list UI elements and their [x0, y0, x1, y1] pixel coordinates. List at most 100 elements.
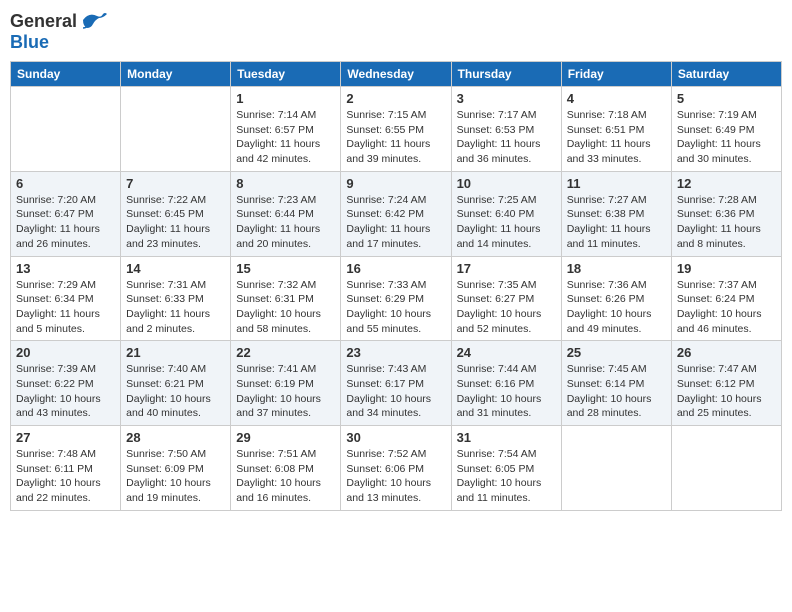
day-number: 26: [677, 345, 776, 360]
day-info: Sunrise: 7:39 AMSunset: 6:22 PMDaylight:…: [16, 362, 115, 421]
calendar-cell: 24 Sunrise: 7:44 AMSunset: 6:16 PMDayligh…: [451, 341, 561, 426]
calendar-cell: 14 Sunrise: 7:31 AMSunset: 6:33 PMDayligh…: [121, 256, 231, 341]
calendar-cell: 11Sunrise: 7:27 AMSunset: 6:38 PMDayligh…: [561, 171, 671, 256]
calendar-week-row: 27 Sunrise: 7:48 AMSunset: 6:11 PMDayligh…: [11, 426, 782, 511]
day-info: Sunrise: 7:29 AMSunset: 6:34 PMDaylight:…: [16, 278, 115, 337]
calendar-cell: 15 Sunrise: 7:32 AMSunset: 6:31 PMDayligh…: [231, 256, 341, 341]
logo-blue-text: Blue: [10, 32, 49, 52]
day-info: Sunrise: 7:44 AMSunset: 6:16 PMDaylight:…: [457, 362, 556, 421]
calendar-week-row: 1 Sunrise: 7:14 AMSunset: 6:57 PMDaylight…: [11, 87, 782, 172]
calendar-cell: 9Sunrise: 7:24 AMSunset: 6:42 PMDaylight…: [341, 171, 451, 256]
day-info: Sunrise: 7:19 AMSunset: 6:49 PMDaylight:…: [677, 108, 776, 167]
day-number: 1: [236, 91, 335, 106]
calendar-cell: 16Sunrise: 7:33 AMSunset: 6:29 PMDayligh…: [341, 256, 451, 341]
day-number: 5: [677, 91, 776, 106]
calendar-week-row: 20 Sunrise: 7:39 AMSunset: 6:22 PMDayligh…: [11, 341, 782, 426]
weekday-header: Tuesday: [231, 62, 341, 87]
calendar-cell: 22Sunrise: 7:41 AMSunset: 6:19 PMDayligh…: [231, 341, 341, 426]
weekday-header: Thursday: [451, 62, 561, 87]
calendar-cell: 23Sunrise: 7:43 AMSunset: 6:17 PMDayligh…: [341, 341, 451, 426]
calendar-cell: 3 Sunrise: 7:17 AMSunset: 6:53 PMDaylight…: [451, 87, 561, 172]
calendar-cell: 30 Sunrise: 7:52 AMSunset: 6:06 PMDayligh…: [341, 426, 451, 511]
day-number: 27: [16, 430, 115, 445]
logo-bird-icon: [79, 10, 107, 32]
weekday-header: Wednesday: [341, 62, 451, 87]
day-number: 2: [346, 91, 445, 106]
weekday-header: Saturday: [671, 62, 781, 87]
day-info: Sunrise: 7:50 AMSunset: 6:09 PMDaylight:…: [126, 447, 225, 506]
day-info: Sunrise: 7:47 AMSunset: 6:12 PMDaylight:…: [677, 362, 776, 421]
day-number: 3: [457, 91, 556, 106]
day-number: 21: [126, 345, 225, 360]
day-number: 11: [567, 176, 666, 191]
day-number: 29: [236, 430, 335, 445]
day-info: Sunrise: 7:40 AMSunset: 6:21 PMDaylight:…: [126, 362, 225, 421]
day-info: Sunrise: 7:22 AMSunset: 6:45 PMDaylight:…: [126, 193, 225, 252]
calendar-cell: 20 Sunrise: 7:39 AMSunset: 6:22 PMDayligh…: [11, 341, 121, 426]
day-info: Sunrise: 7:20 AMSunset: 6:47 PMDaylight:…: [16, 193, 115, 252]
calendar-cell: 7 Sunrise: 7:22 AMSunset: 6:45 PMDaylight…: [121, 171, 231, 256]
day-info: Sunrise: 7:31 AMSunset: 6:33 PMDaylight:…: [126, 278, 225, 337]
day-info: Sunrise: 7:35 AMSunset: 6:27 PMDaylight:…: [457, 278, 556, 337]
day-number: 31: [457, 430, 556, 445]
calendar-cell: 29 Sunrise: 7:51 AMSunset: 6:08 PMDayligh…: [231, 426, 341, 511]
calendar-cell: 19Sunrise: 7:37 AMSunset: 6:24 PMDayligh…: [671, 256, 781, 341]
day-info: Sunrise: 7:52 AMSunset: 6:06 PMDaylight:…: [346, 447, 445, 506]
calendar-cell: 27 Sunrise: 7:48 AMSunset: 6:11 PMDayligh…: [11, 426, 121, 511]
day-info: Sunrise: 7:14 AMSunset: 6:57 PMDaylight:…: [236, 108, 335, 167]
calendar-cell: 31 Sunrise: 7:54 AMSunset: 6:05 PMDayligh…: [451, 426, 561, 511]
day-info: Sunrise: 7:18 AMSunset: 6:51 PMDaylight:…: [567, 108, 666, 167]
calendar-cell: [11, 87, 121, 172]
weekday-header: Friday: [561, 62, 671, 87]
calendar-cell: 25 Sunrise: 7:45 AMSunset: 6:14 PMDayligh…: [561, 341, 671, 426]
day-info: Sunrise: 7:17 AMSunset: 6:53 PMDaylight:…: [457, 108, 556, 167]
calendar-cell: 17 Sunrise: 7:35 AMSunset: 6:27 PMDayligh…: [451, 256, 561, 341]
calendar-week-row: 6 Sunrise: 7:20 AMSunset: 6:47 PMDaylight…: [11, 171, 782, 256]
day-number: 14: [126, 261, 225, 276]
calendar-cell: 4 Sunrise: 7:18 AMSunset: 6:51 PMDaylight…: [561, 87, 671, 172]
calendar-cell: 10 Sunrise: 7:25 AMSunset: 6:40 PMDayligh…: [451, 171, 561, 256]
day-number: 19: [677, 261, 776, 276]
day-number: 7: [126, 176, 225, 191]
calendar-week-row: 13 Sunrise: 7:29 AMSunset: 6:34 PMDayligh…: [11, 256, 782, 341]
day-info: Sunrise: 7:32 AMSunset: 6:31 PMDaylight:…: [236, 278, 335, 337]
day-number: 17: [457, 261, 556, 276]
day-info: Sunrise: 7:43 AMSunset: 6:17 PMDaylight:…: [346, 362, 445, 421]
day-info: Sunrise: 7:23 AMSunset: 6:44 PMDaylight:…: [236, 193, 335, 252]
calendar-cell: [121, 87, 231, 172]
day-number: 30: [346, 430, 445, 445]
day-info: Sunrise: 7:33 AMSunset: 6:29 PMDaylight:…: [346, 278, 445, 337]
day-number: 10: [457, 176, 556, 191]
day-number: 25: [567, 345, 666, 360]
day-number: 22: [236, 345, 335, 360]
day-number: 20: [16, 345, 115, 360]
calendar-cell: 28 Sunrise: 7:50 AMSunset: 6:09 PMDayligh…: [121, 426, 231, 511]
day-info: Sunrise: 7:28 AMSunset: 6:36 PMDaylight:…: [677, 193, 776, 252]
calendar-cell: 8 Sunrise: 7:23 AMSunset: 6:44 PMDaylight…: [231, 171, 341, 256]
day-number: 18: [567, 261, 666, 276]
day-info: Sunrise: 7:25 AMSunset: 6:40 PMDaylight:…: [457, 193, 556, 252]
day-info: Sunrise: 7:51 AMSunset: 6:08 PMDaylight:…: [236, 447, 335, 506]
day-number: 4: [567, 91, 666, 106]
day-number: 24: [457, 345, 556, 360]
page-header: General Blue: [10, 10, 782, 53]
day-number: 15: [236, 261, 335, 276]
day-number: 12: [677, 176, 776, 191]
calendar-cell: 18Sunrise: 7:36 AMSunset: 6:26 PMDayligh…: [561, 256, 671, 341]
calendar-cell: [561, 426, 671, 511]
calendar-cell: 2Sunrise: 7:15 AMSunset: 6:55 PMDaylight…: [341, 87, 451, 172]
calendar-table: SundayMondayTuesdayWednesdayThursdayFrid…: [10, 61, 782, 511]
calendar-cell: 6 Sunrise: 7:20 AMSunset: 6:47 PMDaylight…: [11, 171, 121, 256]
day-info: Sunrise: 7:45 AMSunset: 6:14 PMDaylight:…: [567, 362, 666, 421]
day-number: 28: [126, 430, 225, 445]
weekday-header: Sunday: [11, 62, 121, 87]
day-number: 6: [16, 176, 115, 191]
day-number: 8: [236, 176, 335, 191]
weekday-header: Monday: [121, 62, 231, 87]
calendar-cell: 5 Sunrise: 7:19 AMSunset: 6:49 PMDaylight…: [671, 87, 781, 172]
logo-general-text: General: [10, 11, 77, 32]
day-number: 13: [16, 261, 115, 276]
day-info: Sunrise: 7:48 AMSunset: 6:11 PMDaylight:…: [16, 447, 115, 506]
calendar-cell: 12 Sunrise: 7:28 AMSunset: 6:36 PMDayligh…: [671, 171, 781, 256]
day-info: Sunrise: 7:54 AMSunset: 6:05 PMDaylight:…: [457, 447, 556, 506]
